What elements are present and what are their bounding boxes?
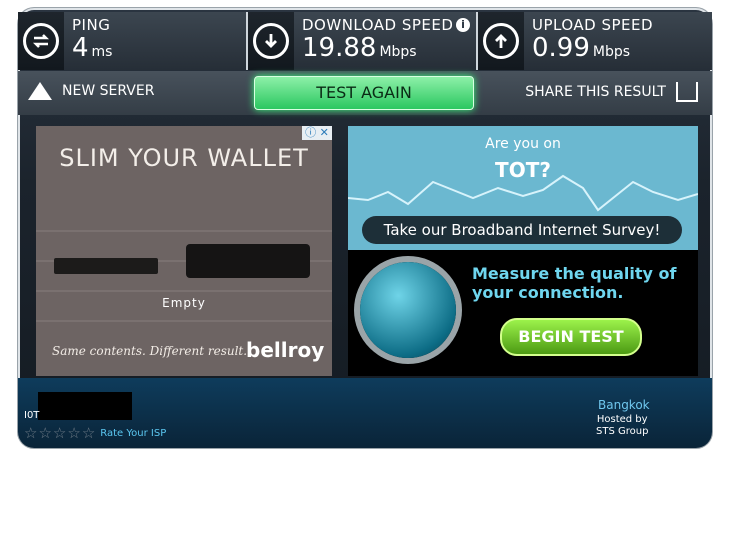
new-server-label: NEW SERVER (62, 83, 155, 99)
hosted-by-label: Hosted by (596, 414, 648, 425)
action-bar: NEW SERVER TEST AGAIN SHARE THIS RESULT (18, 71, 712, 115)
share-icon (676, 82, 698, 102)
wallet-image-2 (186, 244, 310, 278)
globe-icon (360, 262, 456, 358)
ping-unit: ms (91, 44, 113, 60)
upload-unit: Mbps (592, 44, 631, 60)
bellroy-logo: bellroy (246, 338, 325, 362)
star-icon[interactable]: ☆ (67, 424, 80, 442)
star-icon[interactable]: ☆ (38, 424, 51, 442)
download-icon (253, 23, 289, 59)
measure-text: Measure the quality of your connection. (472, 264, 677, 302)
share-button[interactable]: SHARE THIS RESULT (525, 82, 698, 102)
wallet-image-1 (54, 258, 158, 274)
new-server-button[interactable]: NEW SERVER (28, 82, 154, 100)
survey-question: Are you on (485, 136, 561, 152)
star-icon[interactable]: ☆ (24, 424, 37, 442)
star-icon[interactable]: ☆ (53, 424, 66, 442)
rating-stars[interactable]: ☆ ☆ ☆ ☆ ☆ Rate Your ISP (24, 424, 166, 442)
ping-value: 4 (72, 33, 89, 63)
bellroy-ad[interactable]: SLIM YOUR WALLET Empty Same contents. Di… (36, 126, 332, 376)
download-value: 19.88 (302, 33, 377, 63)
host-name: STS Group (596, 426, 649, 437)
server-host: Hosted by STS Group (596, 414, 648, 438)
survey-graph (348, 174, 698, 212)
ping-icon (23, 23, 59, 59)
ad-tagline: Same contents. Different result. (52, 344, 248, 358)
server-info: Bangkok Hosted by STS Group (540, 396, 706, 442)
ping-icon-wrap (18, 12, 64, 70)
begin-test-button[interactable]: BEGIN TEST (500, 318, 642, 356)
rate-isp-link[interactable]: Rate Your ISP (100, 428, 166, 439)
ad-headline: SLIM YOUR WALLET (59, 144, 309, 172)
upload-stat: UPLOAD SPEED 0.99 Mbps (478, 12, 712, 70)
ping-stat: PING 4 ms (18, 12, 248, 70)
download-stat: DOWNLOAD SPEED 19.88 Mbps i (248, 12, 478, 70)
download-label: DOWNLOAD SPEED (302, 16, 454, 34)
results-bar: PING 4 ms DOWNLOAD SPEED 19.88 Mbps i UPLO… (18, 12, 712, 70)
server-icon (28, 82, 52, 100)
share-label: SHARE THIS RESULT (525, 84, 666, 100)
survey-panel: Are you on TOT? Take our Broadband Inter… (348, 126, 698, 250)
download-unit: Mbps (379, 44, 417, 60)
survey-ad[interactable]: Are you on TOT? Take our Broadband Inter… (348, 126, 698, 376)
info-icon[interactable]: i (456, 18, 470, 32)
ping-label: PING (72, 16, 111, 34)
star-icon[interactable]: ☆ (82, 424, 95, 442)
isp-name: I0T (24, 410, 40, 421)
survey-button[interactable]: Take our Broadband Internet Survey! (362, 216, 682, 244)
upload-value: 0.99 (532, 33, 590, 63)
upload-icon (483, 23, 519, 59)
ad-empty-label: Empty (162, 296, 206, 310)
server-city: Bangkok (598, 398, 650, 412)
adchoices-icon[interactable]: ⓘ ✕ (302, 126, 332, 140)
upload-label: UPLOAD SPEED (532, 16, 654, 34)
test-again-button[interactable]: TEST AGAIN (254, 76, 474, 110)
redacted-block (38, 392, 132, 420)
